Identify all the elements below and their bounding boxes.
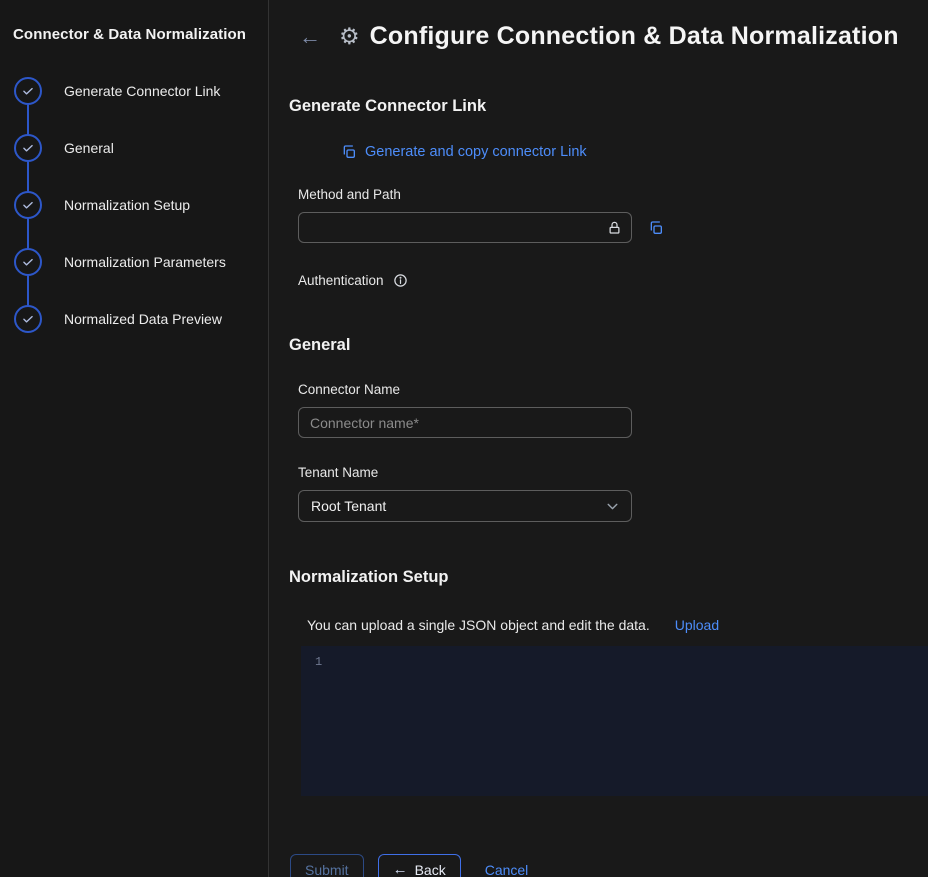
section-heading-normalization: Normalization Setup xyxy=(289,568,928,587)
step-label: Normalized Data Preview xyxy=(64,311,222,327)
connector-settings-icon: ⚙ xyxy=(339,25,360,48)
sidebar-title: Connector & Data Normalization xyxy=(13,26,256,43)
section-heading-generate: Generate Connector Link xyxy=(289,97,928,116)
tenant-name-field: Tenant Name Root Tenant xyxy=(298,465,928,522)
footer-actions: Submit ← Back Cancel xyxy=(290,854,928,877)
step-label: Generate Connector Link xyxy=(64,83,220,99)
section-general: General Connector Name Tenant Name Root … xyxy=(269,336,928,522)
step-label: Normalization Parameters xyxy=(64,254,226,270)
authentication-label: Authentication xyxy=(298,273,384,288)
section-normalization-setup: Normalization Setup You can upload a sin… xyxy=(269,568,928,796)
method-and-path-label: Method and Path xyxy=(298,187,928,202)
step-connector-line xyxy=(27,104,29,135)
stepper-step-normalized-data-preview[interactable]: Normalized Data Preview xyxy=(14,305,256,333)
lock-icon xyxy=(607,220,622,235)
step-connector-line xyxy=(27,161,29,192)
stepper-step-generate-connector-link[interactable]: Generate Connector Link xyxy=(14,77,256,105)
copy-method-path-button[interactable] xyxy=(648,220,664,236)
page-header: ← ⚙ Configure Connection & Data Normaliz… xyxy=(269,22,928,51)
generate-and-copy-link-button[interactable]: Generate and copy connector Link xyxy=(341,144,587,160)
step-label: General xyxy=(64,140,114,156)
main-content: ← ⚙ Configure Connection & Data Normaliz… xyxy=(269,0,928,877)
step-check-icon xyxy=(14,77,42,105)
editor-line-number: 1 xyxy=(301,646,322,669)
method-and-path-field: Method and Path xyxy=(298,187,928,243)
step-check-icon xyxy=(14,191,42,219)
info-icon[interactable] xyxy=(393,273,408,288)
connector-name-field: Connector Name xyxy=(298,382,928,438)
step-label: Normalization Setup xyxy=(64,197,190,213)
authentication-row: Authentication xyxy=(298,273,928,288)
chevron-down-icon xyxy=(604,498,621,515)
step-check-icon xyxy=(14,248,42,276)
upload-link[interactable]: Upload xyxy=(675,617,719,633)
back-button[interactable]: ← Back xyxy=(378,854,461,877)
sidebar: Connector & Data Normalization Generate … xyxy=(0,0,269,877)
section-generate-connector-link: Generate Connector Link Generate and cop… xyxy=(269,97,928,288)
back-button-arrow-icon: ← xyxy=(393,862,408,877)
upload-hint-text: You can upload a single JSON object and … xyxy=(307,617,650,633)
stepper-step-normalization-parameters[interactable]: Normalization Parameters xyxy=(14,248,256,276)
submit-button[interactable]: Submit xyxy=(290,854,364,877)
generate-link-label: Generate and copy connector Link xyxy=(365,144,587,160)
json-editor[interactable]: 1 xyxy=(301,646,928,796)
connector-name-label: Connector Name xyxy=(298,382,928,397)
connector-name-input[interactable] xyxy=(298,407,632,438)
tenant-name-label: Tenant Name xyxy=(298,465,928,480)
stepper-step-normalization-setup[interactable]: Normalization Setup xyxy=(14,191,256,219)
cancel-link[interactable]: Cancel xyxy=(485,862,529,877)
tenant-name-select[interactable]: Root Tenant xyxy=(298,490,632,522)
editor-content[interactable] xyxy=(322,646,928,664)
back-arrow-icon[interactable]: ← xyxy=(299,26,321,48)
copy-icon xyxy=(341,144,357,160)
stepper-step-general[interactable]: General xyxy=(14,134,256,162)
step-connector-line xyxy=(27,275,29,306)
page-title: Configure Connection & Data Normalizatio… xyxy=(370,22,899,51)
step-check-icon xyxy=(14,305,42,333)
stepper: Generate Connector Link General Normaliz… xyxy=(13,77,256,333)
method-and-path-input[interactable] xyxy=(298,212,632,243)
app-root: Connector & Data Normalization Generate … xyxy=(0,0,928,877)
upload-hint-row: You can upload a single JSON object and … xyxy=(307,617,928,633)
section-heading-general: General xyxy=(289,336,928,355)
copy-icon xyxy=(648,220,664,236)
step-connector-line xyxy=(27,218,29,249)
tenant-name-selected-value: Root Tenant xyxy=(311,498,386,514)
step-check-icon xyxy=(14,134,42,162)
back-button-label: Back xyxy=(415,862,446,877)
